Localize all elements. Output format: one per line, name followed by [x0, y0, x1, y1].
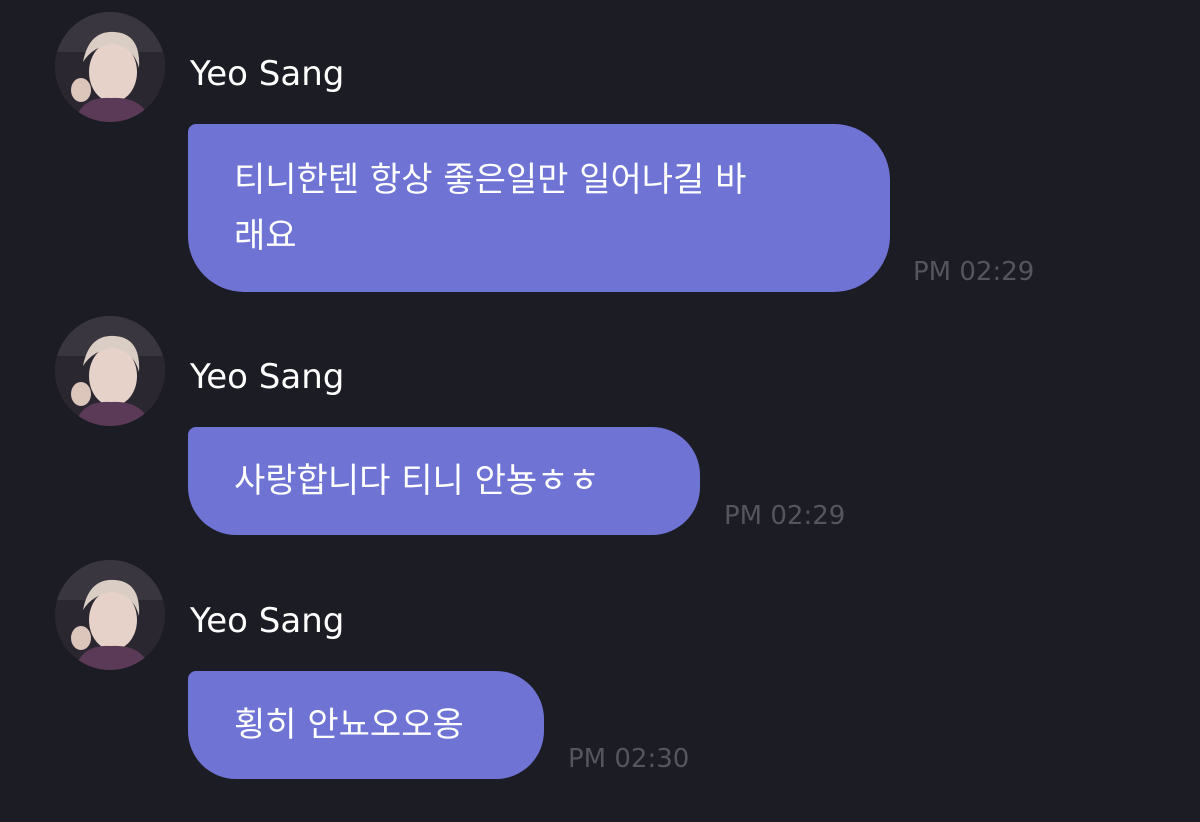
- sender-avatar[interactable]: [55, 12, 165, 122]
- sender-name: Yeo Sang: [190, 54, 345, 94]
- message-text: 횡히 안뇨오오옹: [234, 705, 464, 745]
- message-text: 래요: [234, 216, 297, 256]
- message-bubble[interactable]: 사랑합니다 티니 안뇽ㅎㅎ: [188, 427, 700, 535]
- avatar-photo-icon: [55, 316, 165, 426]
- message-timestamp: PM 02:29: [724, 501, 846, 531]
- message-bubble[interactable]: 횡히 안뇨오오옹: [188, 671, 544, 779]
- sender-avatar[interactable]: [55, 560, 165, 670]
- message-timestamp: PM 02:30: [568, 744, 690, 774]
- message-bubble[interactable]: 티니한텐 항상 좋은일만 일어나길 바 래요: [188, 124, 890, 292]
- message-text: 티니한텐 항상 좋은일만 일어나길 바: [234, 160, 747, 200]
- message-timestamp: PM 02:29: [913, 257, 1035, 287]
- sender-name: Yeo Sang: [190, 601, 345, 641]
- sender-avatar[interactable]: [55, 316, 165, 426]
- avatar-photo-icon: [55, 12, 165, 122]
- sender-name: Yeo Sang: [190, 357, 345, 397]
- message-text: 사랑합니다 티니 안뇽ㅎㅎ: [234, 461, 600, 501]
- avatar-photo-icon: [55, 560, 165, 670]
